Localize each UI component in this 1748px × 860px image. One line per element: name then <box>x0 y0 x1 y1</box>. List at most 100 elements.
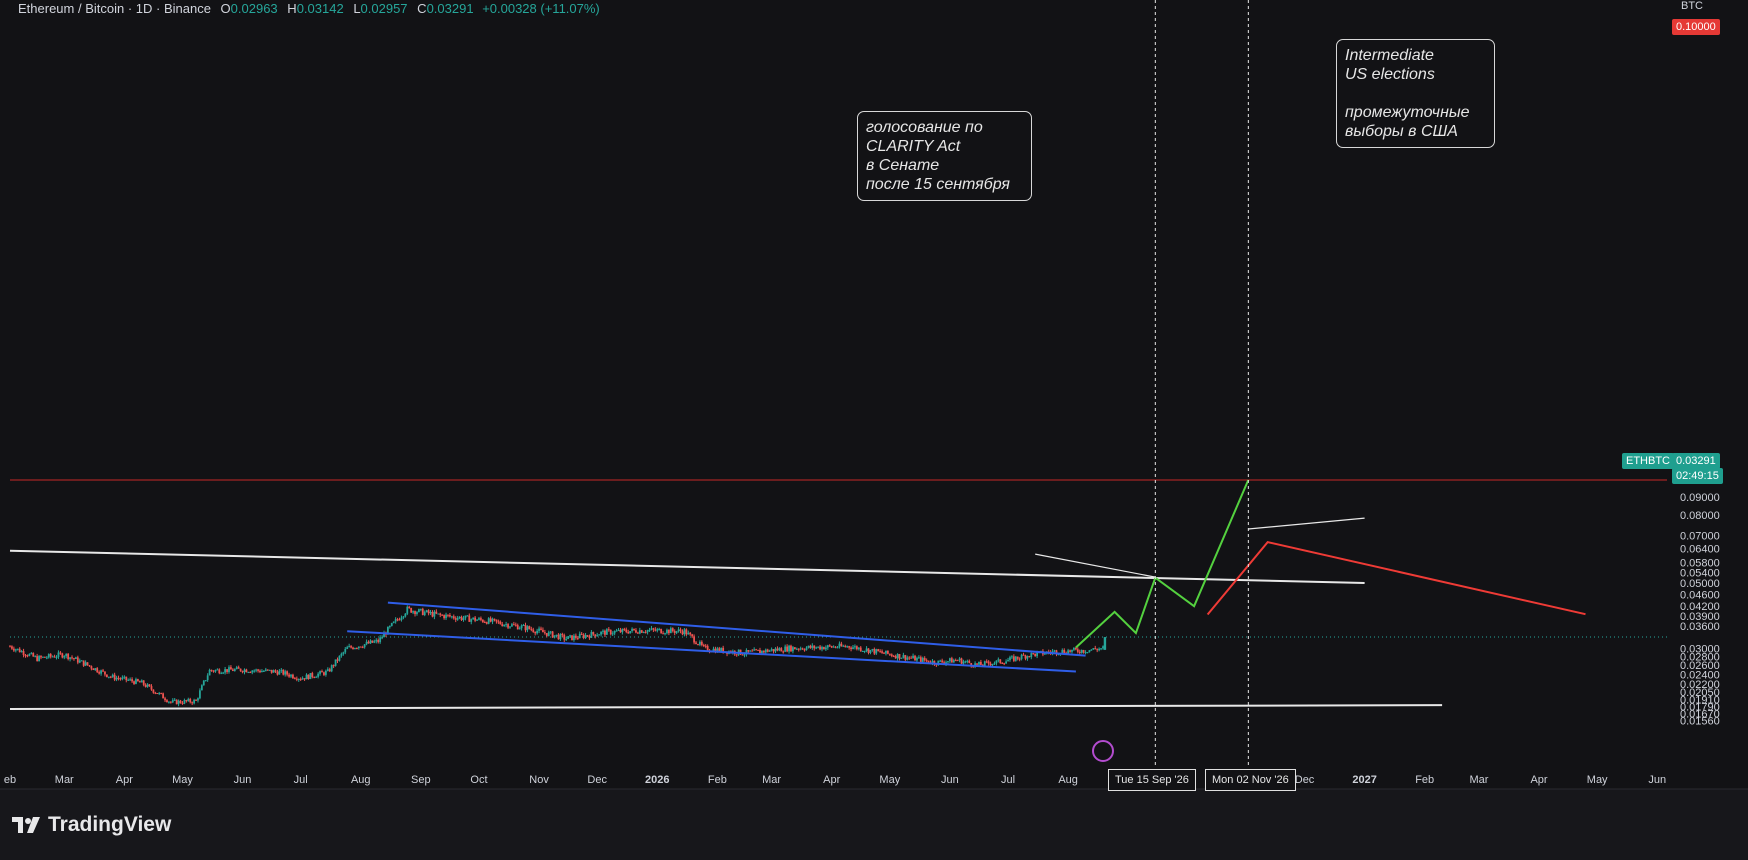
candle-body <box>65 653 68 657</box>
candle-body <box>625 629 628 632</box>
candle-body <box>904 655 907 660</box>
candle-body <box>348 646 351 648</box>
candle-body <box>261 671 263 673</box>
clarity-pointer <box>1035 553 1156 578</box>
candle-body <box>346 647 349 650</box>
candle-body <box>410 608 413 613</box>
candle-body <box>811 645 814 648</box>
candle-body <box>98 672 101 674</box>
candle-body <box>26 655 29 657</box>
candle-body <box>355 648 358 650</box>
candle-body <box>631 628 633 632</box>
candle-body <box>627 631 630 634</box>
candle-body <box>357 646 360 649</box>
candle-body <box>140 680 143 683</box>
candle-body <box>735 654 738 656</box>
candle-body <box>179 700 182 703</box>
candle-body <box>230 667 232 670</box>
candle-body <box>947 661 949 663</box>
high-key: H <box>287 1 297 16</box>
candle-body <box>1026 656 1029 659</box>
candle-body <box>805 647 808 651</box>
candle-body <box>697 644 699 646</box>
candle-body <box>799 648 802 650</box>
candle-body <box>187 699 190 702</box>
candle-body <box>255 669 258 671</box>
candle-body <box>51 656 54 658</box>
candle-body <box>557 634 560 640</box>
candle-body <box>916 657 918 661</box>
candle-body <box>638 630 641 634</box>
symbol-badge: ETHBTC <box>1622 453 1674 469</box>
candle-body <box>390 623 393 626</box>
candle-body <box>71 657 73 659</box>
candle-body <box>88 665 91 667</box>
candle-body <box>766 649 769 652</box>
candle-body <box>983 661 986 666</box>
candle-body <box>63 656 66 658</box>
candle-body <box>898 654 901 659</box>
axes: 0.090000.080000.070000.064000.058000.054… <box>0 492 1748 860</box>
candle-body <box>801 648 804 650</box>
candle-body <box>580 633 583 635</box>
candle-body <box>792 647 794 652</box>
candle-body <box>592 632 595 635</box>
candle-body <box>474 617 477 621</box>
candle-body <box>861 650 864 652</box>
candle-body <box>954 660 957 662</box>
candle-body <box>185 700 188 702</box>
x-tick-label: Sep <box>411 774 431 786</box>
candle-body <box>551 631 554 638</box>
candle-body <box>307 674 310 680</box>
candle-body <box>239 668 242 672</box>
candle-body <box>1012 656 1015 661</box>
candle-body <box>1018 658 1021 660</box>
x-tick-label: Jul <box>294 774 308 786</box>
date-marker-label-1: Tue 15 Sep '26 <box>1108 769 1196 791</box>
playback-icon[interactable] <box>1092 740 1114 762</box>
candle-body <box>24 655 27 657</box>
candle-body <box>640 630 643 633</box>
channel-upper <box>387 601 1086 657</box>
candle-body <box>224 669 227 673</box>
annotation-clarity[interactable]: голосование по CLARITY Act в Сенате посл… <box>857 111 1032 201</box>
candle-body <box>743 654 746 656</box>
candle-body <box>216 669 219 671</box>
candle-body <box>757 649 759 651</box>
candle-body <box>1073 647 1075 650</box>
candle-body <box>447 614 449 616</box>
candle-body <box>563 635 566 640</box>
candle-body <box>683 629 686 635</box>
candle-body <box>749 650 752 652</box>
candle-body <box>34 656 37 658</box>
candle-body <box>578 633 581 639</box>
x-tick-label: Dec <box>587 774 607 786</box>
candle-body <box>400 617 403 620</box>
candle-body <box>76 657 79 663</box>
y-tick-label: 0.07000 <box>1680 530 1720 542</box>
candle-body <box>286 671 289 675</box>
candle-body <box>233 669 236 671</box>
tradingview-logo[interactable]: TradingView <box>12 813 171 837</box>
candle-body <box>86 662 89 666</box>
candle-body <box>809 645 812 648</box>
candle-body <box>553 635 556 638</box>
candle-body <box>435 611 438 614</box>
candle-body <box>363 644 366 648</box>
candle-body <box>210 669 213 671</box>
candle-body <box>788 645 790 652</box>
annotation-elections[interactable]: Intermediate US elections промежуточные … <box>1336 39 1495 148</box>
candle-body <box>94 668 97 671</box>
candle-body <box>867 648 870 653</box>
candle-body <box>20 651 23 653</box>
candle-body <box>59 652 62 654</box>
candle-body <box>923 657 926 661</box>
candle-body <box>257 669 259 671</box>
candle-body <box>142 680 145 685</box>
candle-body <box>679 629 682 632</box>
candle-body <box>991 663 994 666</box>
candle-body <box>826 645 829 648</box>
x-tick-label: Mar <box>55 774 74 786</box>
candle-body <box>832 646 835 648</box>
candle-body <box>47 654 50 658</box>
